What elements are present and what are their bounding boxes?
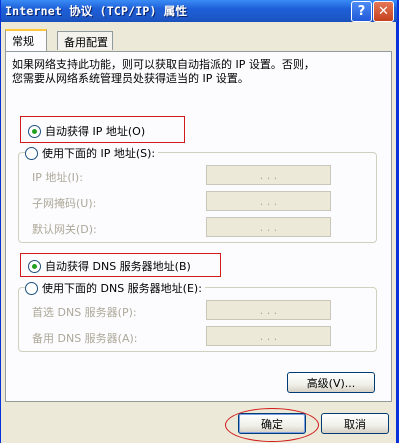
annotation-ellipse-ok — [225, 408, 319, 442]
subnet-mask-input[interactable]: . . . — [206, 191, 331, 211]
subnet-mask-label: 子网掩码(U): — [32, 197, 97, 210]
ip-manual-radio[interactable] — [25, 146, 38, 160]
alternate-dns-input[interactable]: . . . — [206, 326, 331, 346]
tab-alternate-config-label: 备用配置 — [64, 36, 108, 49]
ip-auto-label: 自动获得 IP 地址(O) — [45, 125, 146, 138]
help-icon: ? — [357, 4, 366, 19]
default-gateway-label: 默认网关(D): — [32, 223, 97, 236]
alternate-dns-label: 备用 DNS 服务器(A): — [32, 332, 138, 345]
window-title: Internet 协议 (TCP/IP) 属性 — [5, 4, 188, 18]
tab-alternate-config[interactable]: 备用配置 — [57, 31, 113, 50]
close-icon: ✕ — [378, 4, 389, 19]
advanced-button[interactable]: 高级(V)... — [287, 372, 375, 393]
tab-general[interactable]: 常规 — [5, 29, 47, 51]
dns-manual-radio[interactable] — [25, 281, 38, 295]
dns-auto-option[interactable]: 自动获得 DNS 服务器地址(B) — [28, 258, 194, 274]
tab-general-label: 常规 — [12, 35, 34, 48]
ip-auto-option[interactable]: 自动获得 IP 地址(O) — [28, 123, 149, 139]
cancel-button[interactable]: 取消 — [321, 413, 389, 434]
default-gateway-input[interactable]: . . . — [206, 217, 331, 237]
ip-manual-option[interactable]: 使用下面的 IP 地址(S): — [25, 145, 159, 161]
properties-dialog: Internet 协议 (TCP/IP) 属性 ? ✕ 常规 备用配置 如果网络… — [0, 0, 399, 443]
help-button[interactable]: ? — [351, 1, 372, 22]
ip-address-label: IP 地址(I): — [32, 171, 83, 184]
ip-auto-radio[interactable] — [28, 124, 41, 138]
ip-manual-label: 使用下面的 IP 地址(S): — [42, 147, 156, 160]
ip-address-input[interactable]: . . . — [206, 165, 331, 185]
dns-auto-label: 自动获得 DNS 服务器地址(B) — [45, 260, 191, 273]
title-bar[interactable]: Internet 协议 (TCP/IP) 属性 ? ✕ — [1, 0, 397, 22]
dns-auto-radio[interactable] — [28, 259, 41, 273]
description-text: 如果网络支持此功能，则可以获取自动指派的 IP 设置。否则， 您需要从网络系统管… — [12, 58, 315, 85]
preferred-dns-input[interactable]: . . . — [206, 300, 331, 320]
dns-manual-label: 使用下面的 DNS 服务器地址(E): — [42, 282, 202, 295]
preferred-dns-label: 首选 DNS 服务器(P): — [32, 306, 137, 319]
dns-manual-option[interactable]: 使用下面的 DNS 服务器地址(E): — [25, 280, 205, 296]
close-button[interactable]: ✕ — [373, 1, 394, 22]
